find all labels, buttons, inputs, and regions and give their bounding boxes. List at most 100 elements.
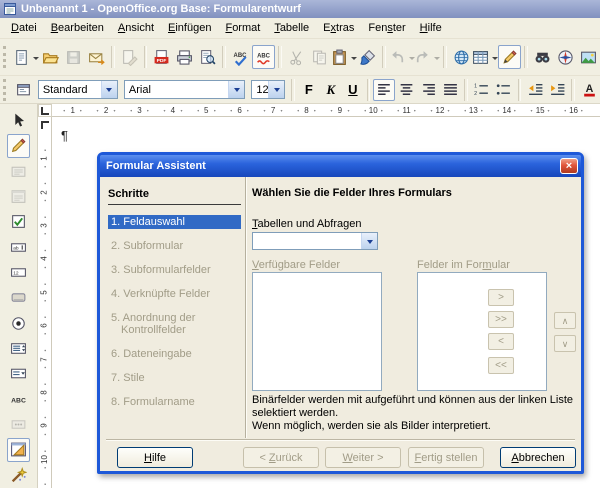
align-right-button[interactable] (417, 79, 439, 101)
wizard-step-4[interactable]: 4. Verknüpfte Felder (108, 287, 241, 301)
chevron-down-icon[interactable] (434, 57, 440, 63)
list-box-button[interactable] (7, 337, 30, 360)
draw-functions-button[interactable] (498, 45, 521, 69)
wizard-step-5[interactable]: 5. Anordnung der Kontrollfelder (108, 311, 241, 337)
font-name-combobox[interactable]: Arial (124, 80, 245, 99)
dialog-titlebar[interactable]: Formular Assistent × (100, 155, 581, 177)
undo-button[interactable] (389, 45, 414, 69)
menu-fenster[interactable]: Fenster (361, 20, 412, 36)
chevron-down-icon[interactable] (228, 81, 244, 98)
menu-extras[interactable]: Extras (316, 20, 361, 36)
available-fields-listbox[interactable] (252, 272, 382, 391)
align-left-button[interactable] (373, 79, 395, 101)
wizard-step-6[interactable]: 6. Dateneingabe (108, 347, 241, 361)
redo-button[interactable] (415, 45, 440, 69)
new-document-button[interactable] (14, 45, 39, 69)
italic-button[interactable]: K (320, 79, 342, 101)
toolbar-grip[interactable] (3, 46, 11, 68)
email-button[interactable] (85, 45, 108, 69)
design-mode-button[interactable] (7, 134, 30, 157)
menu-bearbeiten[interactable]: Bearbeiten (44, 20, 111, 36)
paste-button[interactable] (331, 45, 356, 69)
fields-in-form-listbox[interactable] (417, 272, 547, 391)
align-center-button[interactable] (395, 79, 417, 101)
styles-window-button[interactable] (13, 79, 35, 101)
font-size-combobox[interactable]: 12 (251, 80, 285, 99)
label-field-button[interactable]: ABC (7, 388, 30, 411)
wizard-step-1[interactable]: 1. Feldauswahl (108, 215, 241, 229)
auto-spellcheck-button[interactable]: ABC (252, 45, 275, 69)
text-box-button[interactable]: ab (7, 236, 30, 259)
cut-button[interactable] (285, 45, 308, 69)
justify-button[interactable] (439, 79, 461, 101)
decrease-indent-button[interactable] (524, 79, 546, 101)
menu-ansicht[interactable]: Ansicht (111, 20, 161, 36)
cancel-button[interactable]: Abbrechen (500, 447, 576, 468)
increase-indent-button[interactable] (546, 79, 568, 101)
move-selected-left-button[interactable]: < (488, 333, 514, 350)
combo-box-button[interactable] (7, 362, 30, 385)
wizard-step-7[interactable]: 7. Stile (108, 371, 241, 385)
wizards-button[interactable] (7, 464, 30, 487)
form-design-button[interactable] (7, 438, 30, 461)
finish-button[interactable]: Fertig stellen (408, 447, 484, 468)
navigator-button[interactable] (554, 45, 577, 69)
page-preview-button[interactable] (196, 45, 219, 69)
open-button[interactable] (39, 45, 62, 69)
hyperlink-button[interactable] (450, 45, 473, 69)
formatted-field-button[interactable]: 12 (7, 261, 30, 284)
select-button[interactable] (7, 109, 30, 132)
chevron-down-icon[interactable] (101, 81, 117, 98)
paragraph-style-combobox[interactable]: Standard (38, 80, 118, 99)
vertical-ruler[interactable]: 1234567891011 (38, 117, 52, 488)
menu-tabelle[interactable]: Tabelle (267, 20, 316, 36)
menu-datei[interactable]: Datei (4, 20, 44, 36)
more-controls-button[interactable] (7, 413, 30, 436)
control-properties-button[interactable] (7, 160, 30, 183)
close-button[interactable]: × (560, 158, 578, 174)
tables-queries-combobox[interactable] (252, 232, 378, 250)
tab-type-selector[interactable] (38, 104, 52, 117)
find-replace-button[interactable] (531, 45, 554, 69)
font-color-button[interactable]: A (578, 79, 600, 101)
gallery-button[interactable] (577, 45, 600, 69)
move-selected-right-button[interactable]: > (488, 289, 514, 306)
numbered-list-button[interactable]: 12 (471, 79, 493, 101)
email-icon (88, 49, 105, 66)
export-pdf-button[interactable]: PDF (150, 45, 173, 69)
menu-einf-gen[interactable]: Einfügen (161, 20, 218, 36)
chevron-down-icon[interactable] (268, 81, 284, 98)
spellcheck-button[interactable]: ABC (229, 45, 252, 69)
wizard-step-8[interactable]: 8. Formularname (108, 395, 241, 409)
back-button[interactable]: < Zurück (243, 447, 319, 468)
wizard-step-3[interactable]: 3. Subformularfelder (108, 263, 241, 277)
tab-left-icon (41, 107, 49, 115)
menu-hilfe[interactable]: Hilfe (413, 20, 449, 36)
menu-format[interactable]: Format (218, 20, 267, 36)
move-down-button[interactable]: ∨ (554, 335, 576, 352)
bullet-list-button[interactable] (493, 79, 515, 101)
bold-button[interactable]: F (298, 79, 320, 101)
move-all-right-button[interactable]: >> (488, 311, 514, 328)
chevron-down-icon[interactable] (361, 233, 377, 249)
help-button[interactable]: Hilfe (117, 447, 193, 468)
move-up-button[interactable]: ∧ (554, 312, 576, 329)
window-titlebar[interactable]: Unbenannt 1 - OpenOffice.org Base: Formu… (0, 0, 600, 18)
next-button[interactable]: Weiter > (325, 447, 401, 468)
wizard-step-2[interactable]: 2. Subformular (108, 239, 241, 253)
save-button[interactable] (62, 45, 85, 69)
text-box-icon: ab (10, 239, 27, 256)
insert-table-button[interactable] (473, 45, 498, 69)
edit-file-button[interactable] (118, 45, 141, 69)
option-button-button[interactable] (7, 312, 30, 335)
format-paintbrush-button[interactable] (356, 45, 379, 69)
underline-button[interactable]: U (342, 79, 364, 101)
check-box-button[interactable] (7, 210, 30, 233)
push-button-button[interactable] (7, 286, 30, 309)
copy-button[interactable] (308, 45, 331, 69)
horizontal-ruler[interactable]: 12345678910111213141516 (52, 104, 600, 117)
toolbar-grip[interactable] (3, 79, 10, 101)
move-all-left-button[interactable]: << (488, 357, 514, 374)
form-properties-button[interactable] (7, 185, 30, 208)
print-button[interactable] (173, 45, 196, 69)
